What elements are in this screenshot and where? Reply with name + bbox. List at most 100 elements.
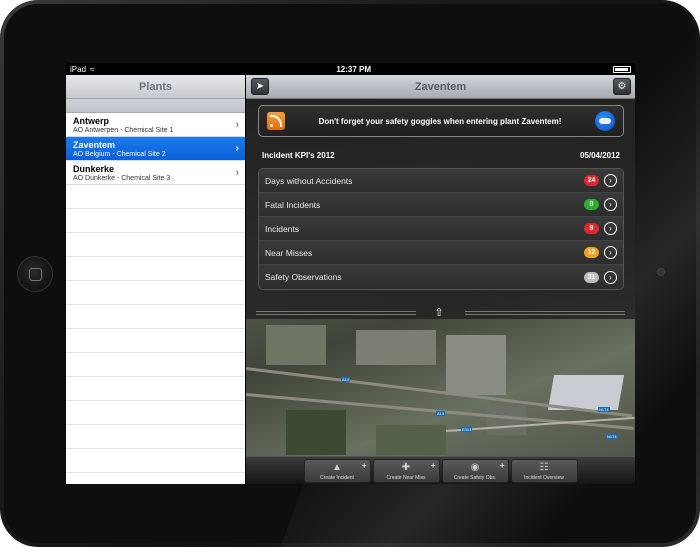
map-road-label: A13 — [436, 411, 446, 416]
map-area — [356, 330, 436, 365]
wifi-icon: ≈ — [90, 64, 95, 74]
location-button[interactable]: ➤ — [251, 78, 269, 95]
plus-icon: + — [361, 461, 367, 470]
detail-title: Zaventem — [414, 80, 467, 93]
screen: iPad ≈ 12:37 PM Plants Antwerp AO Antwer… — [66, 63, 635, 484]
kpi-row[interactable]: Days without Accidents 24 › — [259, 169, 623, 193]
camera — [657, 268, 665, 276]
chevron-right-circle-icon[interactable]: › — [604, 270, 617, 284]
toolbar-button-label: Create Safety Obs. — [453, 475, 497, 481]
empty-row — [66, 257, 245, 281]
plants-title: Plants — [138, 80, 172, 93]
toolbar-button-label: Incident Overview — [524, 475, 564, 481]
kpi-row[interactable]: Fatal Incidents 0 › — [259, 193, 623, 217]
empty-row — [66, 233, 245, 257]
map-road-label: E313 — [461, 427, 473, 432]
gear-icon: ⚙ — [617, 81, 627, 92]
plant-name: Antwerp — [73, 116, 109, 126]
kpi-label: Incidents — [265, 223, 300, 234]
toolbar-button-create-incident[interactable]: ▲ + Create Incident — [303, 459, 371, 483]
plants-pane: Plants Antwerp AO Antwerpen - Chemical S… — [66, 75, 245, 484]
toolbar-button-create-near-miss[interactable]: ✚ + Create Near Miss — [372, 459, 440, 483]
kpi-count-badge: 31 — [584, 271, 599, 283]
kpi-header: Incident KPI's 2012 05/04/2012 — [262, 151, 620, 163]
plus-icon: + — [430, 461, 436, 470]
document-icon: ☷ — [539, 462, 549, 473]
warning-icon: ▲ — [332, 462, 342, 473]
clock: 12:37 PM — [336, 64, 372, 74]
battery-icon — [613, 65, 631, 73]
eye-icon: ◉ — [470, 462, 480, 473]
chevron-right-circle-icon[interactable]: › — [604, 174, 617, 187]
arrow-up-icon: ⇧ — [434, 307, 444, 319]
map-road-label: N174 — [606, 434, 618, 439]
plant-subtitle: AO Dunkerke - Chemical Site 3 — [73, 175, 171, 182]
kpi-list: Days without Accidents 24 › Fatal Incidents… — [258, 168, 624, 290]
kpi-count-badge: 9 — [584, 223, 599, 234]
empty-row — [66, 305, 245, 329]
empty-row — [66, 401, 245, 425]
chevron-right-icon: › — [235, 119, 239, 130]
kpi-row[interactable]: Safety Observations 31 › — [259, 265, 623, 289]
settings-button[interactable]: ⚙ — [613, 78, 631, 95]
kpi-title: Incident KPI's 2012 — [262, 151, 335, 160]
map-area — [446, 335, 506, 395]
kpi-label: Safety Observations — [265, 272, 342, 282]
empty-rows — [66, 185, 245, 484]
map-road-label: N174 — [598, 407, 610, 412]
safety-banner[interactable]: Don't forget your safety goggles when en… — [258, 105, 624, 137]
toolbar-button-label: Create Incident — [320, 475, 354, 481]
empty-row — [66, 185, 245, 209]
chevron-right-circle-icon[interactable]: › — [604, 198, 617, 211]
kpi-count-badge: 24 — [584, 175, 599, 186]
toolbar-button-create-safety-obs[interactable]: ◉ + Create Safety Obs. — [441, 459, 509, 483]
plant-name: Dunkerke — [73, 164, 115, 174]
kpi-label: Near Misses — [265, 247, 313, 258]
goggles-icon — [595, 111, 615, 131]
plant-detail-pane: A13 A13 E313 N174 N174 ➤ Zaventem ⚙ Don'… — [246, 75, 635, 484]
plant-item-dunkerke[interactable]: Dunkerke AO Dunkerke - Chemical Site 3 › — [66, 161, 245, 185]
grip-lines — [465, 311, 625, 315]
map-road-label: A13 — [341, 377, 351, 382]
carrier-label: iPad — [70, 64, 87, 74]
empty-row — [66, 353, 245, 377]
map-area — [376, 425, 446, 455]
plant-subtitle: AO Antwerpen - Chemical Site 1 — [73, 127, 174, 134]
plants-header-strip — [66, 99, 245, 113]
toolbar-button-incident-overview[interactable]: ☷ Incident Overview — [510, 459, 578, 483]
grip-lines — [256, 311, 416, 315]
plants-nav-bar: Plants — [66, 75, 245, 99]
status-bar: iPad ≈ 12:37 PM — [66, 63, 635, 75]
kpi-row[interactable]: Incidents 9 › — [259, 217, 623, 241]
plant-subtitle: AO Belgium - Chemical Site 2 — [73, 151, 166, 158]
home-button[interactable] — [17, 256, 53, 292]
empty-row — [66, 377, 245, 401]
kpi-count-badge: 0 — [584, 199, 599, 210]
rss-icon — [267, 112, 285, 130]
empty-row — [66, 473, 245, 484]
empty-row — [66, 425, 245, 449]
kpi-row[interactable]: Near Misses 12 › — [259, 241, 623, 265]
kpi-date: 05/04/2012 — [579, 151, 620, 160]
empty-row — [66, 209, 245, 233]
location-arrow-icon: ➤ — [255, 81, 265, 92]
plant-name: Zaventem — [73, 140, 116, 150]
chevron-right-icon: › — [235, 167, 239, 178]
chevron-right-icon: › — [235, 143, 239, 154]
toolbar-button-label: Create Near Miss — [386, 475, 426, 481]
kpi-count-badge: 12 — [584, 247, 599, 258]
map-area — [266, 325, 326, 365]
action-toolbar: ▲ + Create Incident ✚ + Create Near Miss ◉ + Cre… — [246, 456, 635, 484]
chevron-right-circle-icon[interactable]: › — [604, 246, 617, 259]
banner-text: Don't forget your safety goggles when en… — [318, 116, 562, 126]
map-area — [286, 410, 346, 455]
chevron-right-circle-icon[interactable]: › — [604, 222, 617, 235]
plant-item-antwerp[interactable]: Antwerp AO Antwerpen - Chemical Site 1 › — [66, 113, 245, 137]
empty-row — [66, 329, 245, 353]
plant-item-zaventem[interactable]: Zaventem AO Belgium - Chemical Site 2 › — [66, 137, 245, 161]
first-aid-icon: ✚ — [401, 462, 411, 473]
detail-nav-bar: ➤ Zaventem ⚙ — [246, 75, 635, 99]
drag-handle[interactable]: ⇧ — [246, 307, 635, 319]
kpi-label: Fatal Incidents — [265, 199, 321, 210]
kpi-label: Days without Accidents — [265, 175, 353, 186]
